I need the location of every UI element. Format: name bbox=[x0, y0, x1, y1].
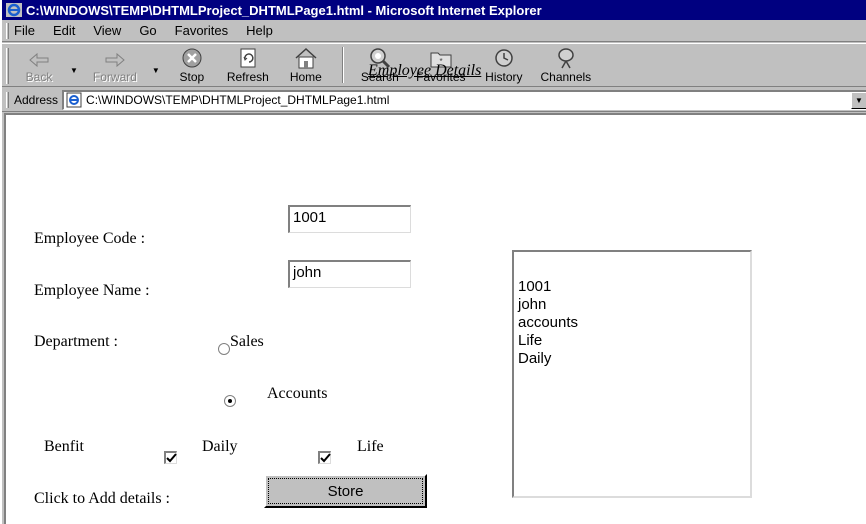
menu-help[interactable]: Help bbox=[246, 23, 273, 38]
employee-code-input[interactable]: 1001 bbox=[288, 205, 411, 233]
checkbox-life-label: Life bbox=[357, 438, 384, 455]
forward-arrow-icon bbox=[105, 52, 125, 68]
page-icon bbox=[66, 92, 82, 108]
menu-view[interactable]: View bbox=[93, 23, 121, 38]
address-url: C:\WINDOWS\TEMP\DHTMLProject_DHTMLPage1.… bbox=[86, 93, 390, 107]
back-button[interactable]: Back bbox=[14, 44, 64, 86]
back-label: Back bbox=[25, 70, 53, 84]
list-item: Life bbox=[518, 332, 543, 349]
benefit-label: Benfit bbox=[44, 438, 84, 455]
department-label: Department : bbox=[34, 333, 118, 350]
store-prompt-label: Click to Add details : bbox=[34, 490, 170, 507]
home-icon bbox=[295, 47, 317, 69]
menu-file[interactable]: File bbox=[14, 23, 35, 38]
address-label: Address bbox=[14, 92, 59, 107]
list-item: 1001 bbox=[518, 278, 552, 295]
ie-logo-icon bbox=[6, 3, 22, 17]
address-input[interactable]: C:\WINDOWS\TEMP\DHTMLProject_DHTMLPage1.… bbox=[62, 89, 866, 110]
employee-name-label: Employee Name : bbox=[34, 282, 150, 299]
store-button[interactable]: Store bbox=[264, 474, 427, 508]
checkbox-daily-label: Daily bbox=[202, 438, 238, 455]
checkmark-icon bbox=[166, 453, 177, 463]
forward-label: Forward bbox=[92, 70, 137, 84]
channels-satellite-icon bbox=[558, 48, 574, 69]
checkmark-icon bbox=[320, 453, 331, 463]
back-arrow-icon bbox=[29, 52, 49, 68]
history-label: History bbox=[485, 70, 523, 84]
browser-window: C:\WINDOWS\TEMP\DHTMLProject_DHTMLPage1.… bbox=[0, 0, 866, 524]
list-item: accounts bbox=[518, 314, 579, 331]
refresh-icon bbox=[240, 48, 256, 68]
radio-sales-label: Sales bbox=[230, 333, 264, 350]
toolbar-separator bbox=[341, 47, 344, 83]
stop-button[interactable]: Stop bbox=[166, 44, 218, 86]
address-grip[interactable] bbox=[6, 92, 9, 108]
list-item: john bbox=[518, 296, 547, 313]
forward-button[interactable]: Forward bbox=[84, 44, 146, 86]
toolbar-grip[interactable] bbox=[6, 48, 9, 84]
checkbox-daily[interactable] bbox=[164, 451, 177, 464]
menu-grip[interactable] bbox=[6, 23, 9, 39]
list-item: Daily bbox=[518, 350, 552, 367]
forward-dropdown-icon[interactable]: ▼ bbox=[152, 66, 160, 75]
menu-go[interactable]: Go bbox=[139, 23, 156, 38]
page-title: Employee Details bbox=[368, 62, 482, 79]
history-button[interactable]: History bbox=[474, 44, 534, 86]
address-bar: Address C:\WINDOWS\TEMP\DHTMLProject_DHT… bbox=[2, 88, 866, 112]
stop-icon bbox=[182, 48, 202, 68]
employee-name-input[interactable]: john bbox=[288, 260, 411, 288]
title-bar: C:\WINDOWS\TEMP\DHTMLProject_DHTMLPage1.… bbox=[2, 0, 866, 20]
back-dropdown-icon[interactable]: ▼ bbox=[70, 66, 78, 75]
address-dropdown-icon[interactable]: ▼ bbox=[851, 91, 866, 109]
details-textarea[interactable]: 1001 john accounts Life Daily bbox=[512, 250, 752, 498]
channels-label: Channels bbox=[540, 70, 592, 84]
radio-sales[interactable] bbox=[218, 343, 230, 355]
history-icon bbox=[495, 49, 513, 67]
menu-favorites[interactable]: Favorites bbox=[175, 23, 228, 38]
refresh-button[interactable]: Refresh bbox=[218, 44, 278, 86]
channels-button[interactable]: Channels bbox=[534, 44, 598, 86]
home-button[interactable]: Home bbox=[278, 44, 334, 86]
checkbox-life[interactable] bbox=[318, 451, 331, 464]
window-title: C:\WINDOWS\TEMP\DHTMLProject_DHTMLPage1.… bbox=[26, 2, 542, 18]
stop-label: Stop bbox=[179, 70, 205, 84]
home-label: Home bbox=[289, 70, 322, 84]
menu-bar: File Edit View Go Favorites Help bbox=[2, 20, 866, 42]
radio-accounts-label: Accounts bbox=[267, 385, 328, 402]
employee-code-label: Employee Code : bbox=[34, 230, 146, 247]
refresh-label: Refresh bbox=[226, 70, 269, 84]
radio-accounts[interactable] bbox=[224, 395, 236, 407]
menu-edit[interactable]: Edit bbox=[53, 23, 75, 38]
